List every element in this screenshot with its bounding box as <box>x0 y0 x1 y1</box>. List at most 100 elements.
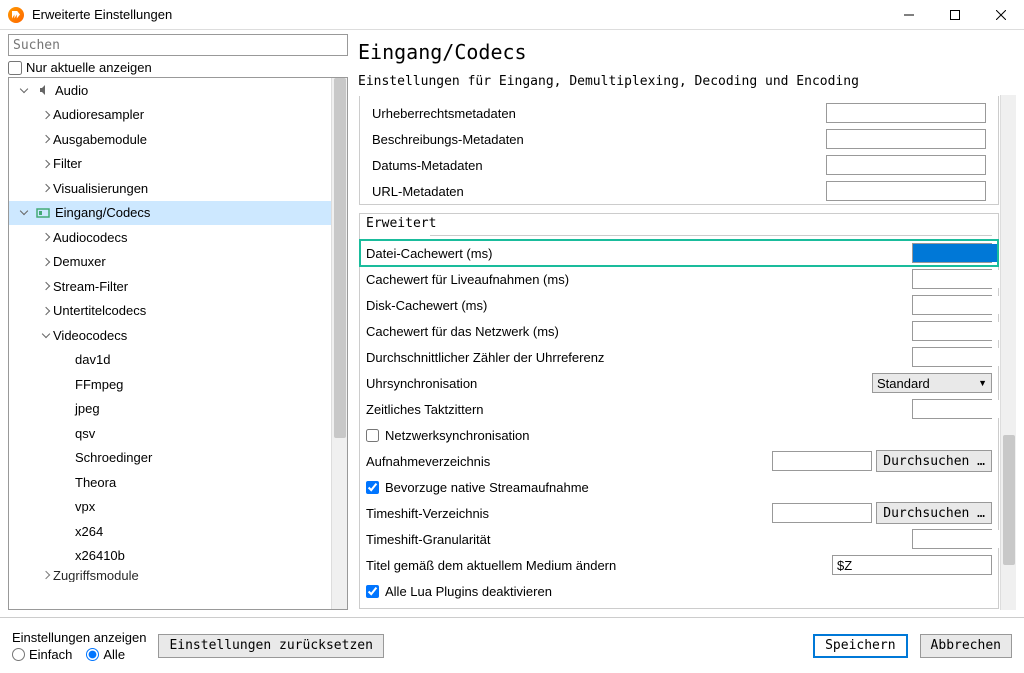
close-button[interactable] <box>978 0 1024 30</box>
tree-item[interactable]: Audioresampler <box>9 103 331 128</box>
description-label: Beschreibungs-Metadaten <box>372 132 826 147</box>
maximize-button[interactable] <box>932 0 978 30</box>
tree-item-label: Filter <box>53 156 82 171</box>
tree-item[interactable]: Untertitelcodecs <box>9 299 331 324</box>
chevron-right-icon <box>39 572 53 578</box>
live-cache-spinner[interactable]: ▲▼ <box>912 269 992 289</box>
chevron-right-icon <box>39 112 53 118</box>
tree-item[interactable]: jpeg <box>9 397 331 422</box>
tree-item[interactable]: x264 <box>9 519 331 544</box>
chevron-right-icon <box>39 161 53 167</box>
tree-item-label: Untertitelcodecs <box>53 303 146 318</box>
native-stream-checkbox[interactable]: Bevorzuge native Streamaufnahme <box>366 480 589 495</box>
tree-item-label: Demuxer <box>53 254 106 269</box>
chevron-right-icon <box>39 136 53 142</box>
codec-icon <box>35 206 51 220</box>
net-cache-spinner[interactable]: ▲▼ <box>912 321 992 341</box>
rec-dir-browse[interactable]: Durchsuchen … <box>876 450 992 472</box>
audio-icon <box>35 83 51 97</box>
chevron-right-icon <box>39 283 53 289</box>
page-title: Eingang/Codecs <box>358 40 1016 64</box>
right-panel: Eingang/Codecs Einstellungen für Eingang… <box>358 34 1016 610</box>
tree-item-label: Ausgabemodule <box>53 132 147 147</box>
search-input[interactable] <box>8 34 348 56</box>
tree-item-label: x264 <box>75 524 103 539</box>
url-input[interactable] <box>826 181 986 201</box>
tree-item[interactable]: FFmpeg <box>9 372 331 397</box>
tree-item[interactable]: Ausgabemodule <box>9 127 331 152</box>
description-input[interactable] <box>826 129 986 149</box>
tree-item-label: jpeg <box>75 401 100 416</box>
tree-item[interactable]: Theora <box>9 470 331 495</box>
chevron-down-icon <box>17 89 31 92</box>
tree-item-label: qsv <box>75 426 95 441</box>
tree-item-label: Audio <box>55 83 88 98</box>
tree-item-label: Videocodecs <box>53 328 127 343</box>
title-change-input[interactable] <box>832 555 992 575</box>
lua-disable-checkbox[interactable]: Alle Lua Plugins deaktivieren <box>366 584 552 599</box>
tree-item[interactable]: Stream-Filter <box>9 274 331 299</box>
tree-item[interactable]: dav1d <box>9 348 331 373</box>
tree-item[interactable]: Eingang/Codecs <box>9 201 331 226</box>
tree-item-label: Eingang/Codecs <box>55 205 150 220</box>
date-input[interactable] <box>826 155 986 175</box>
chevron-down-icon <box>17 211 31 214</box>
url-label: URL-Metadaten <box>372 184 826 199</box>
disk-cache-spinner[interactable]: ▲▼ <box>912 295 992 315</box>
rec-dir-input[interactable] <box>772 451 872 471</box>
cancel-button[interactable]: Abbrechen <box>920 634 1012 658</box>
radio-simple[interactable]: Einfach <box>12 647 72 662</box>
tree-item[interactable]: qsv <box>9 421 331 446</box>
tree-item-label: Theora <box>75 475 116 490</box>
chevron-right-icon <box>39 234 53 240</box>
tree-item[interactable]: Audio <box>9 78 331 103</box>
tree-item[interactable]: Audiocodecs <box>9 225 331 250</box>
tree-item[interactable]: Visualisierungen <box>9 176 331 201</box>
vlc-icon <box>8 7 24 23</box>
page-subtitle: Einstellungen für Eingang, Demultiplexin… <box>358 74 1016 89</box>
chevron-down-icon <box>39 334 53 337</box>
tree-item[interactable]: Zugriffsmodule <box>9 568 331 582</box>
radio-all[interactable]: Alle <box>86 647 125 662</box>
tree-item-label: vpx <box>75 499 95 514</box>
tree-item-label: Audiocodecs <box>53 230 127 245</box>
minimize-button[interactable] <box>886 0 932 30</box>
titlebar: Erweiterte Einstellungen <box>0 0 1024 30</box>
left-panel: Nur aktuelle anzeigen Audio Audioresample… <box>8 34 348 610</box>
timeshift-gran-spinner[interactable]: ▲▼ <box>912 529 992 549</box>
tree-item-label: x26410b <box>75 548 125 563</box>
advanced-header: Erweitert <box>360 214 998 233</box>
tree-item-label: Stream-Filter <box>53 279 128 294</box>
settings-tree[interactable]: Audio Audioresampler Ausgabemodule Filter Vi… <box>9 78 331 609</box>
clock-sync-select[interactable]: Standard▼ <box>872 373 992 393</box>
tree-scrollbar[interactable] <box>331 78 347 609</box>
tree-item[interactable]: vpx <box>9 495 331 520</box>
date-label: Datums-Metadaten <box>372 158 826 173</box>
copyright-input[interactable] <box>826 103 986 123</box>
chevron-right-icon <box>39 259 53 265</box>
file-cache-row: Datei-Cachewert (ms) ▲▼ <box>360 240 998 266</box>
copyright-label: Urheberrechtsmetadaten <box>372 106 826 121</box>
tree-item-label: FFmpeg <box>75 377 123 392</box>
tree-item[interactable]: Schroedinger <box>9 446 331 471</box>
right-scrollbar[interactable] <box>1000 95 1016 610</box>
reset-button[interactable]: Einstellungen zurücksetzen <box>158 634 384 658</box>
file-cache-spinner[interactable]: ▲▼ <box>912 243 992 263</box>
tree-item[interactable]: Demuxer <box>9 250 331 275</box>
window-title: Erweiterte Einstellungen <box>32 7 886 22</box>
jitter-spinner[interactable]: ▲▼ <box>912 399 992 419</box>
timeshift-dir-input[interactable] <box>772 503 872 523</box>
metadata-group: Urheberrechtsmetadaten Beschreibungs-Met… <box>359 96 999 205</box>
save-button[interactable]: Speichern <box>813 634 907 658</box>
net-sync-checkbox[interactable]: Netzwerksynchronisation <box>366 428 530 443</box>
timeshift-dir-browse[interactable]: Durchsuchen … <box>876 502 992 524</box>
tree-item[interactable]: x26410b <box>9 544 331 569</box>
tree-item[interactable]: Videocodecs <box>9 323 331 348</box>
clock-avg-spinner[interactable]: ▲▼ <box>912 347 992 367</box>
show-current-checkbox[interactable]: Nur aktuelle anzeigen <box>8 60 348 75</box>
tree-item-label: Schroedinger <box>75 450 152 465</box>
advanced-group: Erweitert Datei-Cachewert (ms) ▲▼ Cachew… <box>359 213 999 609</box>
tree-item[interactable]: Filter <box>9 152 331 177</box>
show-settings-label: Einstellungen anzeigen <box>12 630 146 645</box>
chevron-right-icon <box>39 308 53 314</box>
